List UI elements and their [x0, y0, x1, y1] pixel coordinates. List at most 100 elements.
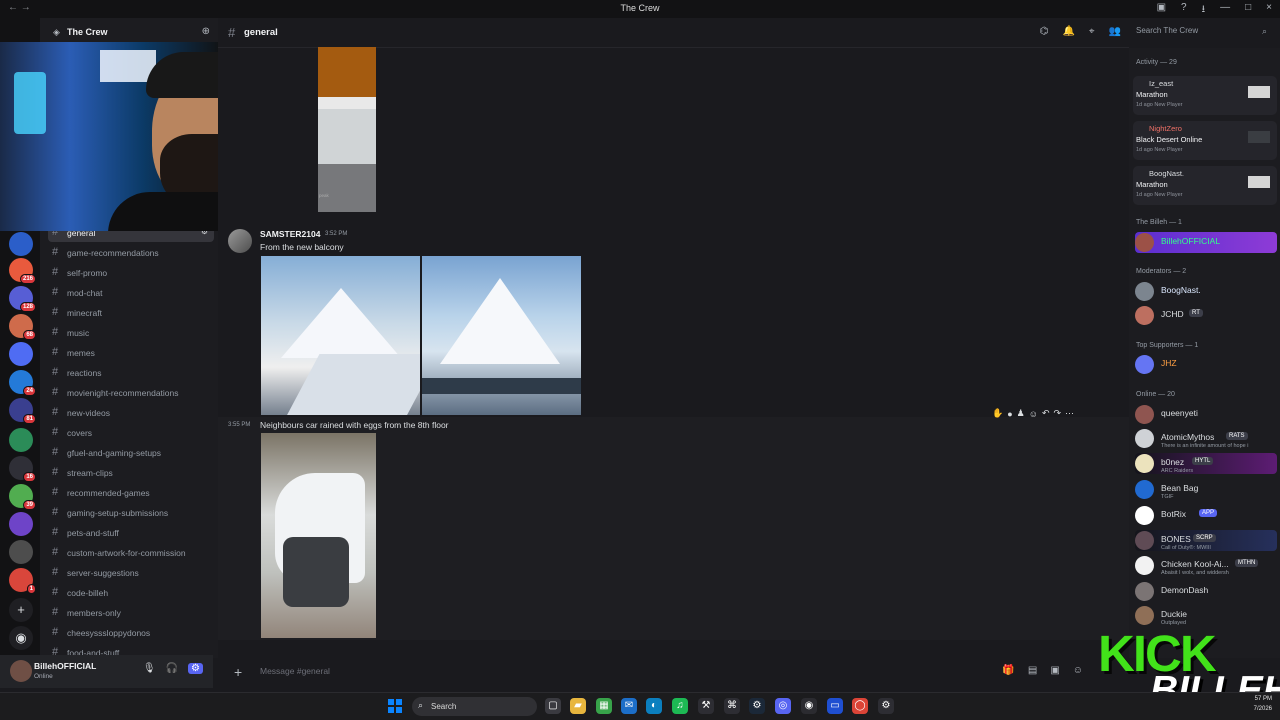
- server-icon[interactable]: 128: [9, 286, 36, 312]
- member-item[interactable]: DemonDash: [1135, 581, 1277, 602]
- member-item[interactable]: Bean Bag TGIF: [1135, 479, 1277, 500]
- xbox-icon[interactable]: ⌘: [724, 698, 740, 714]
- chrome-icon[interactable]: ◯: [852, 698, 868, 714]
- channel-item[interactable]: # pets-and-stuff: [48, 524, 214, 542]
- more-icon[interactable]: ⋯: [1065, 408, 1074, 419]
- maximize-icon[interactable]: □: [1245, 2, 1251, 19]
- add-attachment-icon[interactable]: +: [234, 664, 242, 680]
- task-view-icon[interactable]: ▢: [545, 698, 561, 714]
- taskbar-search[interactable]: ⌕ Search: [412, 697, 537, 716]
- sticker-icon[interactable]: ▣: [1050, 665, 1059, 676]
- channel-item[interactable]: # server-suggestions: [48, 564, 214, 582]
- reply-icon[interactable]: ↶: [1042, 408, 1050, 419]
- utility-icon[interactable]: ⚒: [698, 698, 714, 714]
- add-reaction-icon[interactable]: ☺: [1029, 409, 1038, 419]
- channel-item[interactable]: # music: [48, 324, 214, 342]
- member-item[interactable]: b0nez HYTL ARC Raiders: [1135, 453, 1277, 474]
- channel-item[interactable]: # cheesysssloppydonos: [48, 624, 214, 642]
- activity-card[interactable]: BoogNast. Marathon 1d ago New Player: [1133, 166, 1277, 205]
- pin-icon[interactable]: ⌖: [1089, 26, 1095, 37]
- channel-item[interactable]: # reactions: [48, 364, 214, 382]
- member-item[interactable]: AtomicMythos RATS There is an infinite a…: [1135, 428, 1277, 449]
- server-icon[interactable]: 1: [9, 568, 36, 594]
- member-item[interactable]: BONES SCRP Call of Duty®: MWIII: [1135, 530, 1277, 551]
- server-icon[interactable]: 216: [9, 258, 36, 284]
- channel-item[interactable]: # movienight-recommendations: [48, 384, 214, 402]
- system-clock[interactable]: 57 PM 7/2026: [1254, 694, 1272, 714]
- monitor-icon[interactable]: ▭: [827, 698, 843, 714]
- search-box[interactable]: Search The Crew ⌕: [1129, 18, 1280, 48]
- channel-item[interactable]: # memes: [48, 344, 214, 362]
- message-author[interactable]: SAMSTER2104: [260, 229, 320, 239]
- reaction-icon[interactable]: ●: [1007, 409, 1012, 419]
- spreadsheet-icon[interactable]: ▦: [596, 698, 612, 714]
- members-icon[interactable]: 👥: [1109, 26, 1121, 37]
- microphone-icon[interactable]: 🎙: [143, 663, 156, 674]
- channel-item[interactable]: # mod-chat: [48, 284, 214, 302]
- channel-item[interactable]: # new-videos: [48, 404, 214, 422]
- member-item[interactable]: Chicken Kool-Ai... MTHN Abaisit I wolx, …: [1135, 555, 1277, 576]
- channel-item[interactable]: # stream-clips: [48, 464, 214, 482]
- inbox-icon[interactable]: ▣: [1157, 2, 1166, 19]
- avatar[interactable]: [228, 229, 252, 253]
- forward-icon[interactable]: ↷: [1053, 408, 1061, 419]
- server-icon[interactable]: [9, 342, 33, 366]
- server-icon[interactable]: 24: [9, 370, 36, 396]
- reaction-icon[interactable]: ✋: [992, 408, 1003, 419]
- member-item[interactable]: Duckie Outplayed: [1135, 605, 1277, 626]
- activity-card[interactable]: Iz_east Marathon 1d ago New Player: [1133, 76, 1277, 115]
- channel-item[interactable]: # members-only: [48, 604, 214, 622]
- gear-icon[interactable]: ⚙: [188, 663, 203, 674]
- server-name[interactable]: The Crew: [67, 27, 108, 37]
- add-server-icon[interactable]: +: [9, 598, 33, 622]
- balcony-photo-left[interactable]: [261, 256, 420, 415]
- member-item[interactable]: JCHD RT: [1135, 305, 1277, 326]
- help-icon[interactable]: ?: [1181, 2, 1187, 19]
- server-icon[interactable]: [9, 512, 33, 536]
- activity-card[interactable]: NightZero Black Desert Online 1d ago New…: [1133, 121, 1277, 160]
- server-icon[interactable]: [9, 428, 33, 452]
- member-item[interactable]: queenyeti: [1135, 404, 1277, 425]
- message-input[interactable]: Message #general: [260, 666, 330, 676]
- obs-icon[interactable]: ◉: [801, 698, 817, 714]
- channel-item[interactable]: # game-recommendations: [48, 244, 214, 262]
- gif-icon[interactable]: ▤: [1028, 665, 1037, 676]
- search-icon[interactable]: ⌕: [1262, 26, 1267, 37]
- settings-icon[interactable]: ⚙: [878, 698, 894, 714]
- channel-item[interactable]: # code-billeh: [48, 584, 214, 602]
- member-billeh[interactable]: BillehOFFICIAL: [1135, 232, 1277, 253]
- discord-icon[interactable]: ◎: [775, 698, 791, 714]
- channel-item[interactable]: # minecraft: [48, 304, 214, 322]
- minimize-icon[interactable]: —: [1220, 2, 1230, 19]
- steam-icon[interactable]: ⚙: [749, 698, 765, 714]
- balcony-photo-right[interactable]: [422, 256, 581, 415]
- mail-icon[interactable]: ✉: [621, 698, 637, 714]
- channel-item[interactable]: # gaming-setup-submissions: [48, 504, 214, 522]
- member-item[interactable]: JHZ: [1135, 354, 1277, 375]
- headphones-icon[interactable]: 🎧: [166, 663, 178, 674]
- emoji-icon[interactable]: ☺: [1073, 665, 1083, 676]
- server-icon[interactable]: 39: [9, 484, 36, 510]
- member-item[interactable]: BoogNast.: [1135, 281, 1277, 302]
- file-explorer-icon[interactable]: ▰: [570, 698, 586, 714]
- member-item[interactable]: BotRix APP: [1135, 505, 1277, 526]
- search-input[interactable]: Search The Crew: [1136, 26, 1266, 40]
- server-icon[interactable]: 81: [9, 398, 36, 424]
- reaction-icon[interactable]: ♟: [1017, 408, 1025, 419]
- bell-icon[interactable]: 🔔: [1062, 26, 1074, 37]
- add-member-icon[interactable]: ⊕: [202, 26, 210, 37]
- spotify-icon[interactable]: ♫: [672, 698, 688, 714]
- channel-item[interactable]: # recommended-games: [48, 484, 214, 502]
- explore-icon[interactable]: ◉: [9, 626, 33, 650]
- threads-icon[interactable]: ⌬: [1040, 26, 1049, 37]
- server-icon[interactable]: [9, 540, 33, 564]
- channel-item[interactable]: # covers: [48, 424, 214, 442]
- server-icon[interactable]: 16: [9, 456, 36, 482]
- server-icon[interactable]: [9, 232, 33, 256]
- attachment-image[interactable]: peak: [318, 47, 376, 212]
- user-name[interactable]: BillehOFFICIAL: [34, 661, 96, 671]
- windows-start-icon[interactable]: [388, 699, 402, 713]
- gift-icon[interactable]: 🎁: [1002, 665, 1014, 676]
- edge-icon[interactable]: ◐: [646, 698, 662, 714]
- channel-item[interactable]: # custom-artwork-for-commission: [48, 544, 214, 562]
